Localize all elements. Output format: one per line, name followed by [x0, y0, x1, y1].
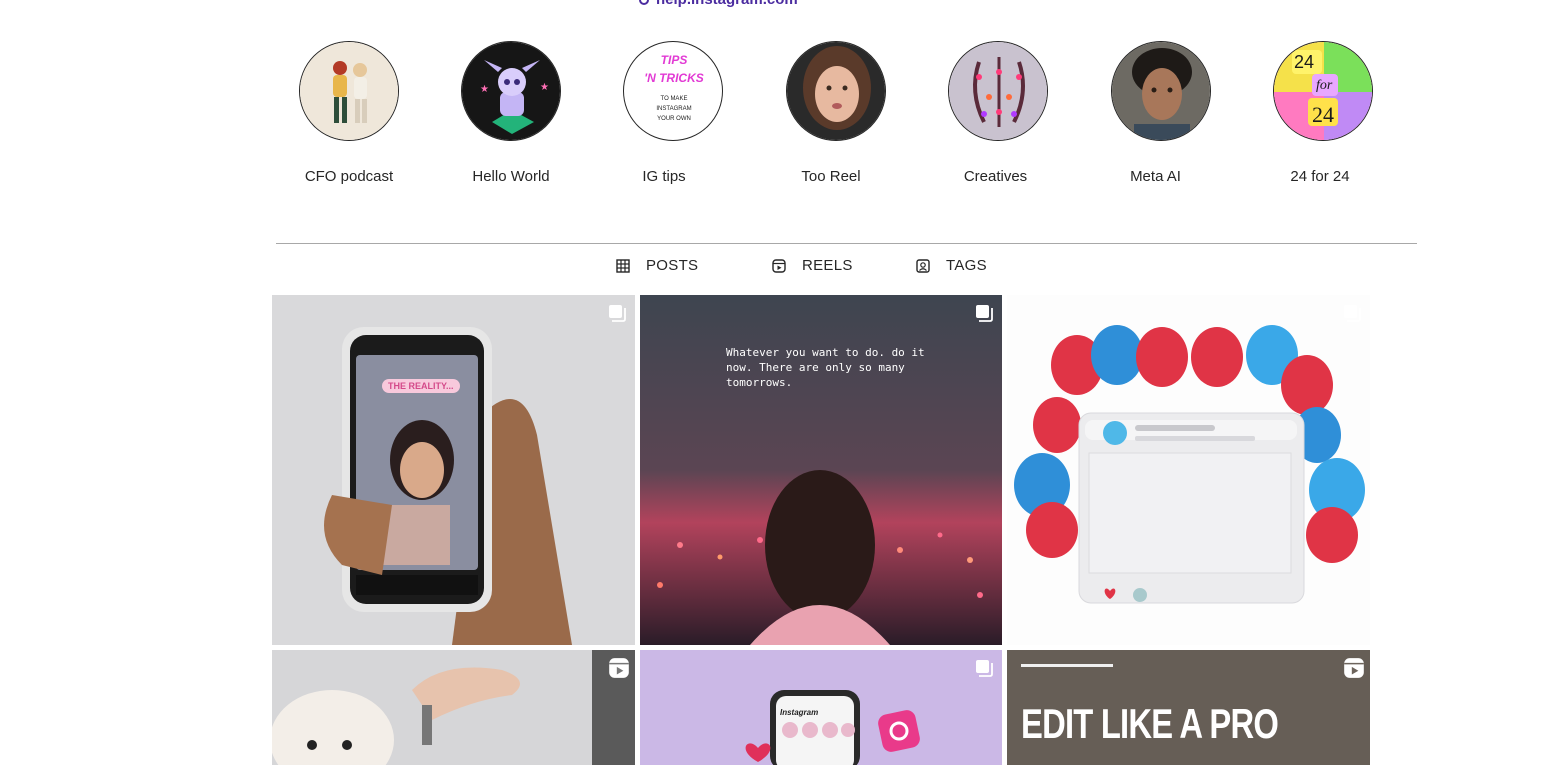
tab-reels[interactable]: REELS — [772, 257, 853, 274]
tagged-icon — [916, 258, 930, 273]
tab-posts-label: POSTS — [646, 257, 699, 274]
carousel-icon — [976, 660, 993, 677]
highlight-cover[interactable] — [948, 41, 1048, 141]
highlight-cover[interactable]: ★ ★ — [461, 41, 561, 141]
highlight-label: Too Reel — [801, 168, 861, 185]
creatives-cover-image — [949, 42, 1047, 140]
highlight-cfo-podcast[interactable]: CFO podcast — [284, 41, 414, 185]
svg-text:TO MAKE: TO MAKE — [661, 96, 688, 102]
tab-tagged[interactable]: TAGS — [916, 257, 987, 274]
svg-text:INSTAGRAM: INSTAGRAM — [656, 106, 691, 112]
highlight-too-reel[interactable]: Too Reel — [771, 41, 901, 185]
reels-icon — [609, 658, 629, 678]
svg-text:'N TRICKS: 'N TRICKS — [644, 71, 704, 85]
highlight-cover[interactable]: TIPS 'N TRICKS TO MAKE INSTAGRAM YOUR OW… — [623, 41, 723, 141]
story-highlights: CFO podcast ★ ★ Hello World TIPS 'N TRIC… — [0, 41, 1553, 191]
profile-link[interactable]: help.instagram.com — [638, 0, 798, 8]
highlight-ig-tips[interactable]: TIPS 'N TRICKS TO MAKE INSTAGRAM YOUR OW… — [608, 41, 738, 185]
svg-text:YOUR OWN: YOUR OWN — [657, 116, 691, 122]
highlight-creatives[interactable]: Creatives — [933, 41, 1063, 185]
tab-tagged-label: TAGS — [946, 257, 987, 274]
post-tile[interactable]: THE REALITY... — [272, 295, 635, 645]
24-for-24-art-text-2: for — [1316, 78, 1333, 93]
svg-text:★: ★ — [540, 82, 549, 93]
carousel-icon — [1344, 305, 1361, 322]
highlight-label: IG tips — [642, 168, 686, 185]
cfo-podcast-cover-image — [300, 42, 398, 140]
post-tile[interactable] — [272, 650, 635, 765]
post-tile[interactable]: Instagram — [640, 650, 1002, 765]
highlight-label: Hello World — [472, 168, 550, 185]
highlight-label: Meta AI — [1130, 168, 1181, 185]
highlight-label: CFO podcast — [304, 168, 394, 185]
reels-icon — [772, 258, 786, 273]
highlight-cover[interactable] — [1111, 41, 1211, 141]
highlight-cover[interactable] — [786, 41, 886, 141]
highlight-cover[interactable]: 24 for 24 — [1273, 41, 1373, 141]
carousel-icon — [609, 305, 626, 322]
post-tile[interactable]: EDIT LIKE A PRO — [1007, 650, 1370, 765]
tab-reels-label: REELS — [802, 257, 853, 274]
post-image-instagram-app — [640, 650, 1002, 765]
grid-icon — [616, 258, 630, 273]
highlight-label: 24 for 24 — [1290, 168, 1350, 185]
meta-ai-cover-image — [1112, 42, 1210, 140]
highlight-24-for-24[interactable]: 24 for 24 24 for 24 — [1258, 41, 1388, 185]
hello-world-cover-image: ★ ★ — [462, 42, 560, 140]
too-reel-cover-image — [787, 42, 885, 140]
24-for-24-art-text-1: 24 — [1294, 52, 1315, 72]
svg-text:TIPS: TIPS — [661, 53, 688, 67]
post-tile[interactable]: Whatever you want to do. do it now. Ther… — [640, 295, 1002, 645]
post-overlay-text: EDIT LIKE A PRO — [1021, 700, 1279, 747]
profile-tabs: POSTS REELS TAGS — [0, 255, 1553, 281]
post-image-balloons — [1007, 295, 1370, 645]
ig-tips-cover-image: TIPS 'N TRICKS TO MAKE INSTAGRAM YOUR OW… — [644, 53, 704, 122]
profile-link-text[interactable]: help.instagram.com — [656, 0, 798, 8]
highlight-hello-world[interactable]: ★ ★ Hello World — [446, 41, 576, 185]
highlight-cover[interactable] — [299, 41, 399, 141]
carousel-icon — [976, 305, 993, 322]
profile-divider — [276, 243, 1417, 244]
post-image-phone-hand — [272, 295, 635, 645]
tab-posts[interactable]: POSTS — [616, 257, 698, 274]
post-overlay-text: Whatever you want to do. do it now. Ther… — [726, 346, 925, 389]
svg-text:★: ★ — [480, 84, 489, 95]
reels-icon — [1344, 658, 1364, 678]
post-overlay-text: Instagram — [780, 708, 819, 717]
link-icon — [639, 0, 649, 5]
post-overlay-text: THE REALITY... — [382, 379, 460, 393]
highlight-label: Creatives — [963, 168, 1028, 185]
highlight-meta-ai[interactable]: Meta AI — [1096, 41, 1226, 185]
24-for-24-art-text-3: 24 — [1312, 102, 1334, 127]
post-tile[interactable] — [1007, 295, 1370, 645]
post-image-dog-grooming — [272, 650, 635, 765]
